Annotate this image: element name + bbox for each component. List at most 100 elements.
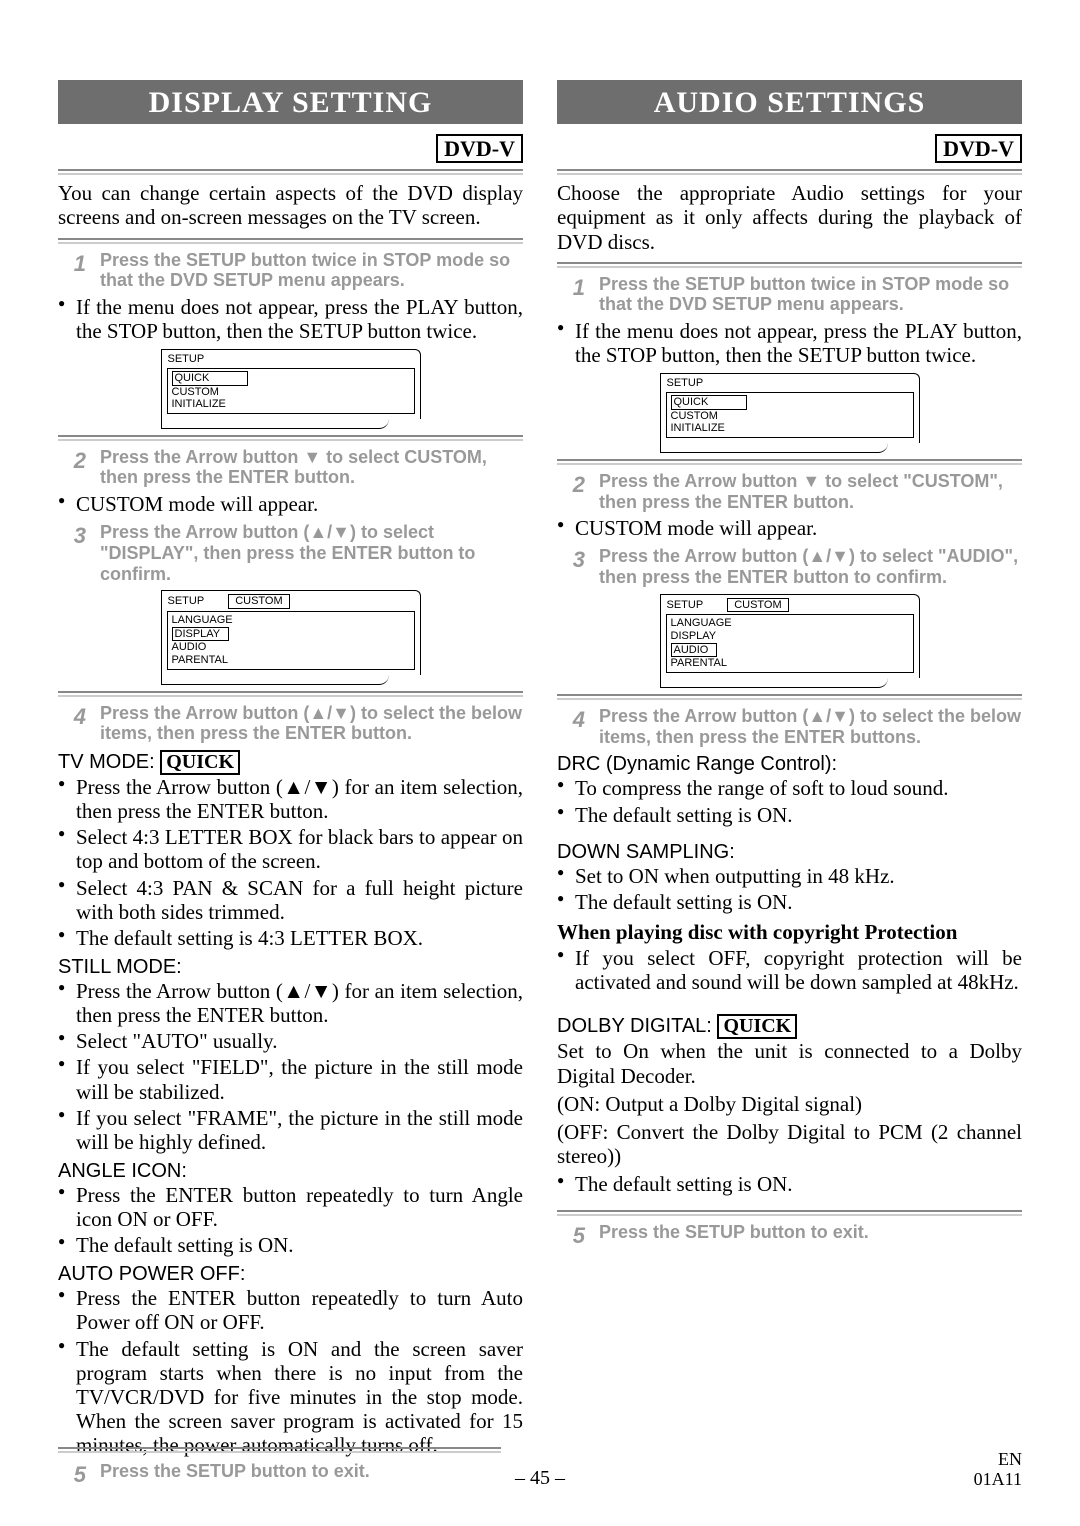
divider: [58, 435, 523, 441]
dolby-intro: Set to On when the unit is connected to …: [557, 1039, 1022, 1087]
doc-id: 01A11: [974, 1469, 1022, 1489]
list-item: Set to ON when outputting in 48 kHz.: [557, 864, 1022, 888]
step-num: 1: [58, 250, 86, 277]
osd-item: INITIALIZE: [671, 422, 909, 435]
osd-setup-1: SETUP QUICK CUSTOM INITIALIZE: [660, 373, 920, 453]
list-item: The default setting is ON.: [557, 803, 1022, 827]
note-item: CUSTOM mode will appear.: [557, 516, 1022, 540]
banner-audio: AUDIO SETTINGS: [557, 80, 1022, 124]
list-item: Press the Arrow button (▲/▼) for an item…: [58, 775, 523, 823]
step-2: 2 Press the Arrow button ▼ to select "CU…: [557, 471, 1022, 512]
copyright-line: When playing disc with copyright Protect…: [557, 920, 1022, 944]
doc-code: EN 01A11: [974, 1450, 1022, 1490]
note-list: If the menu does not appear, press the P…: [58, 295, 523, 343]
badge-dvdv-right: DVD-V: [557, 134, 1022, 163]
subhead-angleicon: ANGLE ICON:: [58, 1160, 523, 1183]
subhead-downsampling: DOWN SAMPLING:: [557, 841, 1022, 864]
osd-item: DISPLAY: [671, 630, 909, 643]
divider: [58, 691, 523, 697]
list-item: Select "AUTO" usually.: [58, 1029, 523, 1053]
note-list: CUSTOM mode will appear.: [557, 516, 1022, 540]
dolby-off: (OFF: Convert the Dolby Digital to PCM (…: [557, 1120, 1022, 1168]
list-item: The default setting is ON.: [557, 1172, 1022, 1196]
divider: [557, 169, 1022, 175]
step-text: Press the SETUP button to exit.: [100, 1461, 501, 1482]
subhead-dolby: DOLBY DIGITAL: QUICK: [557, 1014, 1022, 1039]
step-text: Press the Arrow button ▼ to select "CUST…: [599, 471, 1022, 512]
step-5-left: 5 Press the SETUP button to exit.: [58, 1461, 501, 1488]
badge-dvdv-left: DVD-V: [58, 134, 523, 163]
intro-text: You can change certain aspects of the DV…: [58, 181, 523, 229]
step-num: 3: [557, 546, 585, 573]
list-item: The default setting is ON.: [557, 890, 1022, 914]
note-item: CUSTOM mode will appear.: [58, 492, 523, 516]
subhead-tvmode: TV MODE: QUICK: [58, 750, 523, 775]
note-list: If the menu does not appear, press the P…: [557, 319, 1022, 367]
osd-item: CUSTOM: [172, 386, 410, 399]
quick-badge: QUICK: [160, 750, 240, 775]
step-num: 2: [557, 471, 585, 498]
subhead-drc: DRC (Dynamic Range Control):: [557, 753, 1022, 776]
step-2: 2 Press the Arrow button ▼ to select CUS…: [58, 447, 523, 488]
step-5: 5 Press the SETUP button to exit.: [557, 1222, 1022, 1249]
note-list: CUSTOM mode will appear.: [58, 492, 523, 516]
divider: [58, 1447, 501, 1453]
lang-code: EN: [998, 1449, 1022, 1469]
step-text: Press the SETUP button to exit.: [599, 1222, 1022, 1243]
page-columns: DISPLAY SETTING DVD-V You can change cer…: [58, 80, 1022, 1463]
osd-item: LANGUAGE: [172, 614, 410, 627]
step-1: 1 Press the SETUP button twice in STOP m…: [58, 250, 523, 291]
quick-badge: QUICK: [717, 1014, 797, 1039]
subhead-stillmode: STILL MODE:: [58, 956, 523, 979]
step-num: 4: [557, 706, 585, 733]
auto-list: Press the ENTER button repeatedly to tur…: [58, 1286, 523, 1457]
badge-dvdv-text: DVD-V: [436, 134, 523, 163]
subhead-autopower: AUTO POWER OFF:: [58, 1263, 523, 1286]
step-num: 4: [58, 703, 86, 730]
osd-item-selected: DISPLAY: [172, 627, 230, 642]
list-item: Select 4:3 LETTER BOX for black bars to …: [58, 825, 523, 873]
osd-item-selected: QUICK: [671, 395, 748, 410]
divider: [557, 459, 1022, 465]
step-text: Press the SETUP button twice in STOP mod…: [599, 274, 1022, 315]
list-item: If you select OFF, copyright protection …: [557, 946, 1022, 994]
step-num: 5: [58, 1461, 86, 1488]
osd-item: AUDIO: [172, 641, 410, 654]
step-text: Press the Arrow button (▲/▼) to select "…: [599, 546, 1022, 587]
badge-dvdv-text: DVD-V: [935, 134, 1022, 163]
divider: [557, 262, 1022, 268]
step-text: Press the Arrow button (▲/▼) to select t…: [100, 703, 523, 744]
list-item: The default setting is ON.: [58, 1233, 523, 1257]
osd-item: PARENTAL: [172, 654, 410, 667]
osd-setup-2: SETUPCUSTOM LANGUAGE DISPLAY AUDIO PAREN…: [660, 594, 920, 688]
subhead-label: TV MODE:: [58, 751, 155, 773]
tvmode-list: Press the Arrow button (▲/▼) for an item…: [58, 775, 523, 950]
osd-title: SETUP: [162, 350, 420, 366]
angle-list: Press the ENTER button repeatedly to tur…: [58, 1183, 523, 1257]
osd-item: LANGUAGE: [671, 617, 909, 630]
list-item: The default setting is 4:3 LETTER BOX.: [58, 926, 523, 950]
step-4: 4 Press the Arrow button (▲/▼) to select…: [58, 703, 523, 744]
osd-tab: CUSTOM: [727, 598, 788, 613]
list-item: Press the Arrow button (▲/▼) for an item…: [58, 979, 523, 1027]
divider: [557, 694, 1022, 700]
list-item: The default setting is ON and the screen…: [58, 1337, 523, 1458]
osd-title: SETUP: [667, 599, 704, 611]
step-text: Press the Arrow button (▲/▼) to select t…: [599, 706, 1022, 747]
osd-title: SETUP: [661, 374, 919, 390]
osd-item: CUSTOM: [671, 410, 909, 423]
osd-setup-2: SETUPCUSTOM LANGUAGE DISPLAY AUDIO PAREN…: [161, 590, 421, 684]
osd-tab: CUSTOM: [228, 594, 289, 609]
list-item: To compress the range of soft to loud so…: [557, 776, 1022, 800]
divider: [557, 1210, 1022, 1216]
dolby-list: The default setting is ON.: [557, 1172, 1022, 1196]
list-item: If you select "FRAME", the picture in th…: [58, 1106, 523, 1154]
drc-list: To compress the range of soft to loud so…: [557, 776, 1022, 826]
ds-list: Set to ON when outputting in 48 kHz. The…: [557, 864, 1022, 914]
still-list: Press the Arrow button (▲/▼) for an item…: [58, 979, 523, 1154]
banner-display: DISPLAY SETTING: [58, 80, 523, 124]
subhead-label: DOLBY DIGITAL:: [557, 1015, 712, 1037]
intro-text: Choose the appropriate Audio settings fo…: [557, 181, 1022, 253]
col-display-setting: DISPLAY SETTING DVD-V You can change cer…: [58, 80, 523, 1463]
divider: [58, 238, 523, 244]
